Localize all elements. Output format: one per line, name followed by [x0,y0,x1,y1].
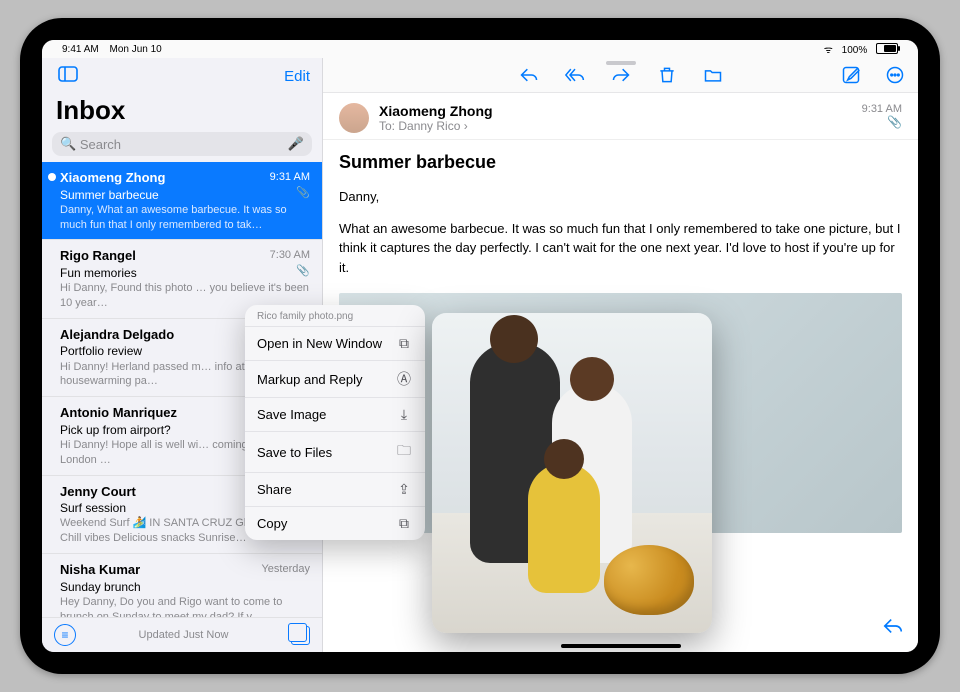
chevron-right-icon[interactable]: › [464,119,468,133]
context-menu-label: Markup and Reply [257,372,363,387]
ipad-frame: 9:41 AM Mon Jun 10 ᯤ 100% Edit Inbox [20,18,940,674]
window-stack-button[interactable] [291,626,310,645]
battery-icon [876,43,898,54]
edit-button[interactable]: Edit [284,68,310,85]
screen: 9:41 AM Mon Jun 10 ᯤ 100% Edit Inbox [42,40,918,652]
reader-toolbar [323,58,918,93]
context-menu-item[interactable]: Save to Files 🗀 [245,431,425,472]
context-menu-label: Share [257,482,292,497]
to-name[interactable]: Danny Rico [398,119,460,133]
folder-icon: 🗀 [395,440,413,464]
message-row[interactable]: Xiaomeng Zhong9:31 AM📎Summer barbecueDan… [42,162,322,240]
search-field[interactable]: 🔍 Search 🎤 [52,132,312,156]
dictate-icon[interactable]: 🎤 [288,136,304,152]
avatar[interactable] [339,103,369,133]
search-icon: 🔍 [60,136,76,152]
context-filename: Rico family photo.png [245,305,425,326]
grab-handle[interactable] [606,61,636,65]
message-header: Xiaomeng Zhong To: Danny Rico › 9:31 AM … [323,93,918,139]
message-subject: Fun memories [60,265,310,281]
quick-reply-icon[interactable] [882,615,904,642]
context-menu-label: Save Image [257,407,326,422]
message-subject: Sunday brunch [60,579,310,595]
sidebar-toggle-icon[interactable] [54,62,82,91]
attachment-icon: 📎 [296,186,310,201]
mailbox-title: Inbox [42,91,322,132]
trash-icon[interactable] [656,64,678,86]
sidebar-footer: ≡ Updated Just Now [42,617,322,652]
context-menu-label: Copy [257,516,287,531]
markup-icon: Ⓐ [395,369,413,389]
move-folder-icon[interactable] [702,64,724,86]
battery-pct: 100% [842,45,868,56]
context-menu: Rico family photo.png Open in New Window… [245,305,425,540]
reply-icon[interactable] [518,64,540,86]
message-preview: Hey Danny, Do you and Rigo want to come … [60,595,310,617]
window-icon: ⧉ [395,335,413,352]
from-name[interactable]: Xiaomeng Zhong [379,103,852,119]
context-menu-item[interactable]: Open in New Window ⧉ [245,326,425,360]
message-body: What an awesome barbecue. It was so much… [323,213,918,284]
message-time: 7:30 AM [270,248,310,263]
sync-status: Updated Just Now [139,629,229,641]
forward-icon[interactable] [610,64,632,86]
more-icon[interactable] [884,64,906,86]
message-time: 9:31 AM [270,170,310,185]
status-date: Mon Jun 10 [109,44,161,55]
context-menu-label: Open in New Window [257,336,382,351]
message-preview: Danny, What an awesome barbecue. It was … [60,203,310,233]
status-bar: 9:41 AM Mon Jun 10 ᯤ 100% [42,40,918,58]
context-menu-item[interactable]: Share ⇪ [245,472,425,506]
compose-icon[interactable] [840,64,862,86]
copy-icon: ⧉ [395,515,413,532]
message-subject: Summer barbecue [323,139,918,181]
attachment-icon[interactable]: 📎 [862,115,902,129]
context-menu-label: Save to Files [257,445,332,460]
wifi-icon: ᯤ [824,45,833,56]
reply-all-icon[interactable] [564,64,586,86]
message-row[interactable]: Nisha KumarYesterdaySunday brunchHey Dan… [42,554,322,617]
attachment-preview[interactable] [432,313,712,633]
message-time: 9:31 AM [862,103,902,115]
message-time: Yesterday [261,562,310,577]
context-menu-item[interactable]: Markup and Reply Ⓐ [245,360,425,397]
filter-button[interactable]: ≡ [54,624,76,646]
home-indicator[interactable] [561,644,681,648]
share-up-icon: ⇪ [395,481,413,498]
save-down-icon: ⤓ [395,406,413,423]
status-time: 9:41 AM [62,44,99,55]
message-greeting: Danny, [323,181,918,213]
search-placeholder: Search [80,137,121,152]
context-menu-item[interactable]: Copy ⧉ [245,506,425,540]
message-subject: Summer barbecue [60,187,310,203]
context-menu-item[interactable]: Save Image ⤓ [245,397,425,431]
to-label: To: [379,119,395,133]
attachment-icon: 📎 [296,264,310,279]
